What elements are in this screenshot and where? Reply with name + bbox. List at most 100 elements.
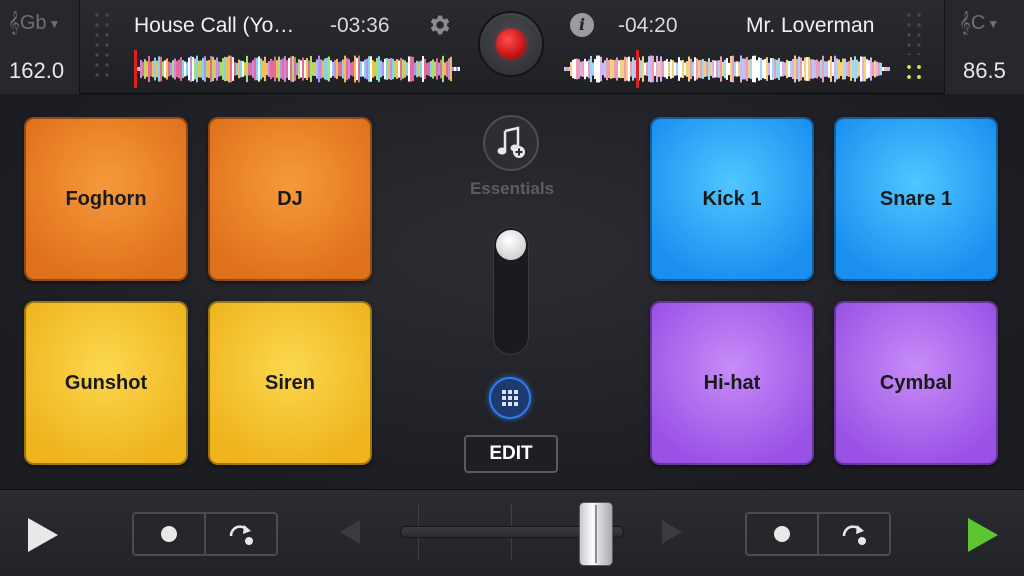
right-deck-time-remaining[interactable]: -04:20 bbox=[618, 14, 678, 38]
waveform-bar bbox=[808, 57, 810, 81]
info-icon[interactable]: i bbox=[570, 13, 594, 37]
pad-foghorn[interactable]: Foghorn bbox=[24, 117, 188, 281]
right-deck-play-button[interactable] bbox=[966, 516, 1000, 554]
pad-hi-hat[interactable]: Hi-hat bbox=[650, 301, 814, 465]
waveform-bar bbox=[198, 60, 200, 78]
waveform-bar bbox=[610, 59, 612, 79]
waveform-bar bbox=[284, 56, 286, 82]
right-deck-key-panel[interactable]: 𝄞C ▼ 86.5 bbox=[944, 0, 1024, 94]
waveform-bar bbox=[312, 62, 314, 76]
chevron-down-icon: ▼ bbox=[987, 16, 1000, 31]
left-deck-bpm[interactable]: 162.0 bbox=[9, 58, 64, 84]
add-sample-pack-button[interactable] bbox=[483, 115, 539, 171]
waveform-bar bbox=[588, 59, 590, 79]
waveform-bar bbox=[176, 60, 178, 78]
waveform-bar bbox=[422, 56, 424, 82]
waveform-bar bbox=[266, 62, 268, 76]
waveform-bar bbox=[650, 55, 652, 83]
waveform-bar bbox=[374, 61, 376, 77]
waveform-bar bbox=[704, 61, 706, 77]
waveform-bar bbox=[768, 62, 770, 76]
waveform-bar bbox=[404, 60, 406, 78]
waveform-bar bbox=[218, 61, 220, 77]
right-deck-key[interactable]: 𝄞C ▼ bbox=[959, 12, 999, 35]
waveform-bar bbox=[208, 60, 210, 78]
right-deck-playhead[interactable] bbox=[636, 50, 639, 88]
waveform-bar bbox=[710, 62, 712, 76]
crossfader-left-arrow-icon[interactable] bbox=[340, 520, 360, 544]
waveform-bar bbox=[158, 56, 160, 82]
waveform-bar bbox=[656, 55, 658, 83]
sampler-volume-knob[interactable] bbox=[496, 230, 526, 260]
waveform-bar bbox=[302, 57, 304, 81]
waveform-bar bbox=[448, 58, 450, 80]
left-deck-waveform[interactable] bbox=[134, 54, 460, 84]
waveform-bar bbox=[392, 58, 394, 80]
waveform-bar bbox=[402, 59, 404, 79]
waveform-bar bbox=[458, 66, 460, 72]
waveform-bar bbox=[206, 60, 208, 78]
edit-button[interactable]: EDIT bbox=[464, 435, 558, 473]
waveform-bar bbox=[846, 61, 848, 77]
pad-gunshot[interactable]: Gunshot bbox=[24, 301, 188, 465]
waveform-bar bbox=[660, 56, 662, 82]
pad-kick-1[interactable]: Kick 1 bbox=[650, 117, 814, 281]
waveform-bar bbox=[292, 55, 294, 83]
sample-pack-label[interactable]: Essentials bbox=[440, 179, 584, 199]
left-deck-track-title[interactable]: House Call (Yo… bbox=[134, 14, 294, 38]
waveform-bar bbox=[344, 55, 346, 83]
right-deck-loop-button[interactable] bbox=[817, 514, 889, 554]
waveform-bar bbox=[878, 62, 880, 76]
waveform-bar bbox=[834, 55, 836, 83]
crossfader-knob[interactable] bbox=[578, 502, 613, 566]
pad-dj[interactable]: DJ bbox=[208, 117, 372, 281]
waveform-bar bbox=[258, 56, 260, 82]
waveform-bar bbox=[812, 59, 814, 79]
waveform-bar bbox=[624, 56, 626, 82]
waveform-bar bbox=[436, 58, 438, 80]
right-deck-cue-button[interactable] bbox=[747, 514, 817, 554]
waveform-bar bbox=[306, 57, 308, 81]
waveform-bar bbox=[262, 60, 264, 78]
right-deck-track-title[interactable]: Mr. Loverman bbox=[746, 14, 874, 38]
waveform-bar bbox=[276, 60, 278, 78]
waveform-bar bbox=[204, 56, 206, 82]
right-deck-bpm[interactable]: 86.5 bbox=[963, 58, 1006, 84]
record-button[interactable] bbox=[478, 11, 544, 77]
waveform-bar bbox=[400, 57, 402, 81]
waveform-bar bbox=[304, 59, 306, 79]
waveform-bar bbox=[350, 62, 352, 76]
waveform-bar bbox=[572, 59, 574, 79]
waveform-bar bbox=[372, 60, 374, 78]
waveform-bar bbox=[278, 56, 280, 82]
waveform-bar bbox=[716, 60, 718, 78]
left-deck-playhead[interactable] bbox=[134, 50, 137, 88]
left-deck-play-button[interactable] bbox=[26, 516, 60, 554]
dot-icon bbox=[774, 526, 790, 542]
waveform-bar bbox=[658, 61, 660, 77]
pad-siren[interactable]: Siren bbox=[208, 301, 372, 465]
left-deck-loop-button[interactable] bbox=[204, 514, 276, 554]
crossfader-right-arrow-icon[interactable] bbox=[662, 520, 682, 544]
waveform-bar bbox=[784, 62, 786, 76]
left-deck-cue-button[interactable] bbox=[134, 514, 204, 554]
grid-button[interactable] bbox=[489, 377, 531, 419]
pad-cymbal[interactable]: Cymbal bbox=[834, 301, 998, 465]
left-deck-time-remaining[interactable]: -03:36 bbox=[330, 14, 390, 38]
sampler-volume-slider[interactable] bbox=[493, 227, 529, 355]
waveform-bar bbox=[272, 60, 274, 78]
waveform-bar bbox=[200, 60, 202, 78]
right-deck-waveform[interactable] bbox=[564, 54, 890, 84]
waveform-bar bbox=[270, 58, 272, 80]
waveform-bar bbox=[240, 60, 242, 78]
right-deck-beat-active-indicator bbox=[904, 62, 924, 82]
pad-snare-1[interactable]: Snare 1 bbox=[834, 117, 998, 281]
left-deck-key-panel[interactable]: 𝄞Gb ▼ 162.0 bbox=[0, 0, 80, 94]
waveform-bar bbox=[772, 57, 774, 81]
waveform-bar bbox=[800, 57, 802, 81]
waveform-bar bbox=[322, 60, 324, 78]
gear-icon[interactable] bbox=[426, 12, 452, 38]
waveform-bar bbox=[354, 55, 356, 83]
waveform-bar bbox=[828, 60, 830, 78]
left-deck-key[interactable]: 𝄞Gb ▼ bbox=[8, 12, 60, 35]
